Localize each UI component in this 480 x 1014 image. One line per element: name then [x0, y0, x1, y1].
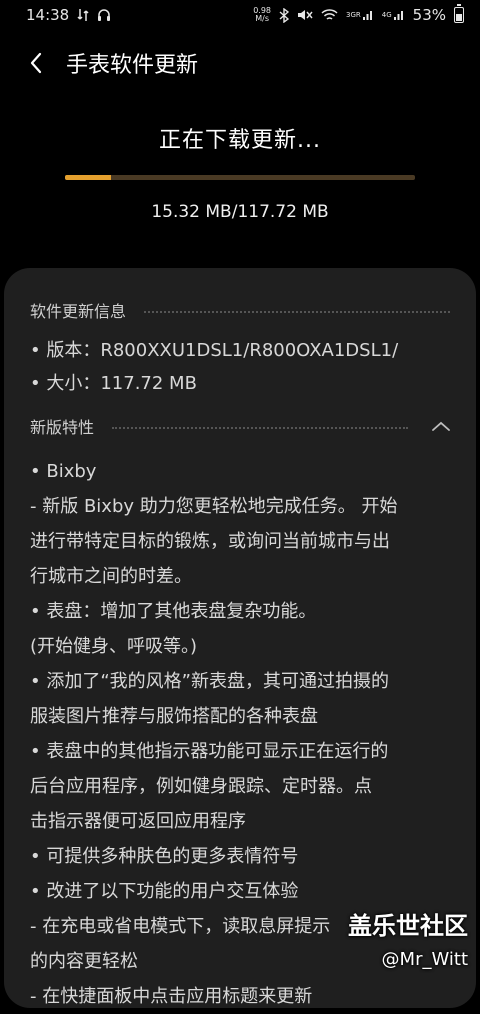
features-title: 新版特性	[30, 418, 95, 437]
battery-icon	[454, 4, 464, 23]
release-note-line: • 表盘中的其他指示器功能可显示正在运行的	[30, 741, 389, 762]
watermark-user: @Mr_Witt	[381, 949, 468, 970]
back-button[interactable]	[16, 41, 56, 85]
download-size-text: 15.32 MB/117.72 MB	[151, 202, 329, 222]
release-note-line: 击指示器便可返回应用程序	[30, 811, 246, 832]
network-speed-unit: M/s	[255, 14, 269, 23]
release-note-line: (开始健身、呼吸等。)	[30, 636, 198, 657]
release-note-line: • 改进了以下功能的用户交互体验	[30, 881, 299, 902]
headset-icon	[97, 8, 111, 22]
release-note-line: 行城市之间的时差。	[30, 566, 192, 587]
bluetooth-icon	[279, 7, 290, 23]
features-header[interactable]: 新版特性	[30, 414, 450, 438]
watermark: 盖乐世社区 @Mr_Witt	[348, 906, 468, 970]
download-status-title: 正在下载更新...	[159, 128, 321, 153]
status-left: 14:38	[26, 6, 111, 24]
collapse-button[interactable]	[420, 414, 450, 438]
network-speed: 0.98 M/s	[253, 7, 271, 23]
wifi-icon	[321, 8, 338, 22]
chevron-up-icon	[432, 421, 450, 431]
release-note-line: - 新版 Bixby 助力您更轻松地完成任务。 开始	[30, 496, 398, 517]
signal-3g-icon: 3GR	[346, 9, 374, 21]
page-title: 手表软件更新	[66, 53, 199, 78]
back-arrow-icon	[30, 52, 42, 74]
network-label-4g: 4G	[381, 11, 392, 19]
update-info-title: 软件更新信息	[30, 302, 127, 321]
network-label-3g: 3GR	[346, 11, 361, 19]
sync-icon	[77, 8, 89, 22]
release-note-line: • Bixby	[30, 461, 97, 482]
section-divider	[112, 427, 408, 429]
release-note-line: 进行带特定目标的锻炼，或询问当前城市与出	[30, 531, 390, 552]
download-progress-bar	[65, 175, 415, 180]
battery-percent: 53%	[412, 6, 446, 24]
status-time: 14:38	[26, 6, 70, 24]
update-info-header: 软件更新信息	[30, 298, 450, 322]
section-divider	[144, 311, 450, 313]
release-note-line: - 在快捷面板中点击应用标题来更新	[30, 986, 313, 1007]
size-line: • 大小：117.72 MB	[30, 373, 197, 394]
release-note-line: • 表盘：增加了其他表盘复杂功能。	[30, 601, 317, 622]
release-note-line: • 可提供多种肤色的更多表情符号	[30, 846, 299, 867]
app-bar: 手表软件更新	[0, 38, 480, 88]
update-info-card[interactable]: 软件更新信息 • 版本：R800XXU1DSL1/R800OXA1DSL1/ •…	[4, 268, 476, 1008]
signal-4g-icon: 4G	[382, 9, 405, 21]
download-progress-fill	[65, 175, 111, 180]
release-note-line: 服装图片推荐与服饰搭配的各种表盘	[30, 706, 318, 727]
release-note-line: 后台应用程序，例如健身跟踪、定时器。点	[30, 776, 372, 797]
release-note-line: • 添加了“我的风格”新表盘，其可通过拍摄的	[30, 671, 389, 692]
status-right: 0.98 M/s 3GR 4G 53%	[253, 4, 464, 24]
watermark-logo: 盖乐世社区	[348, 912, 468, 940]
status-bar: 14:38 0.98 M/s 3GR 4G 53%	[0, 0, 480, 30]
version-line: • 版本：R800XXU1DSL1/R800OXA1DSL1/	[30, 340, 399, 361]
mute-icon	[297, 8, 313, 22]
